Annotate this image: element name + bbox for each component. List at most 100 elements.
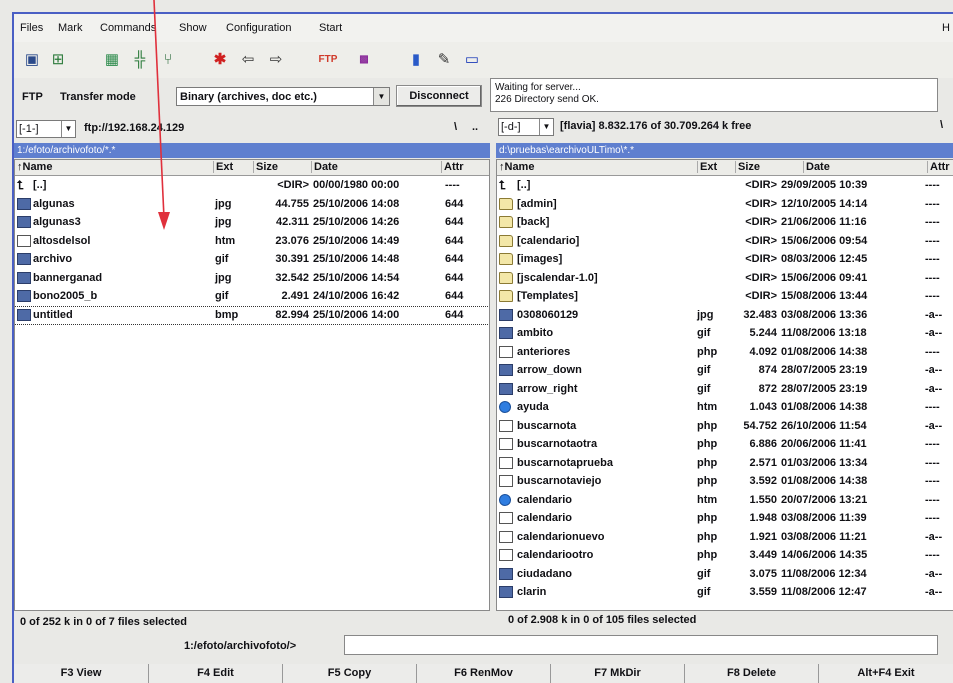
file-row[interactable]: [back] <DIR> 21/06/2006 11:16 ----	[497, 214, 953, 231]
file-row[interactable]: buscarnota php 54.752 26/10/2006 11:54 -a--	[497, 418, 953, 435]
file-row[interactable]: ciudadano gif 3.075 11/08/2006 12:34 -a--	[497, 566, 953, 583]
file-ext: jpg	[215, 271, 232, 284]
disconnect-button[interactable]: Disconnect	[396, 85, 482, 107]
arrow-right-icon[interactable]: ⇨	[266, 50, 286, 70]
book-icon[interactable]: ▮	[406, 50, 426, 70]
file-row[interactable]: buscarnotaviejo php 3.592 01/08/2006 14:38 -…	[497, 473, 953, 490]
f6-renmov-button[interactable]: F6 RenMov	[416, 664, 550, 683]
file-size: 23.076	[275, 234, 309, 247]
column-date[interactable]: Date	[311, 161, 338, 173]
file-row[interactable]: algunas jpg 44.755 25/10/2006 14:08 644	[15, 196, 489, 213]
file-row[interactable]: ayuda htm 1.043 01/08/2006 14:38 ----	[497, 399, 953, 416]
file-row[interactable]: arrow_down gif 874 28/07/2005 23:19 -a--	[497, 362, 953, 379]
menu-mark[interactable]: Mark	[58, 22, 82, 34]
column-name[interactable]: ↑Name	[497, 161, 534, 173]
column-attr[interactable]: Attr	[927, 161, 950, 173]
window-icon[interactable]: ▭	[462, 50, 482, 70]
menu-show[interactable]: Show	[179, 22, 207, 34]
file-size: <DIR>	[745, 179, 777, 191]
file-size: 1.043	[749, 401, 777, 413]
file-row[interactable]: [calendario] <DIR> 15/06/2006 09:54 ----	[497, 233, 953, 250]
ftp-disconnect-icon[interactable]: ▩	[354, 50, 374, 70]
file-ext: gif	[697, 327, 711, 339]
chevron-down-icon[interactable]: ▼	[61, 121, 75, 137]
save-icon[interactable]: ▣	[22, 50, 42, 70]
arrow-left-icon[interactable]: ⇦	[238, 50, 258, 70]
file-name: [back]	[517, 216, 550, 228]
file-attr: -a--	[925, 327, 943, 339]
file-attr: ----	[445, 179, 460, 191]
file-size: 1.550	[749, 493, 777, 506]
ftp-label: FTP	[22, 91, 43, 103]
tree-icon[interactable]: ⊞	[48, 50, 68, 70]
document-icon	[499, 438, 513, 450]
column-ext[interactable]: Ext	[697, 161, 717, 173]
file-row[interactable]: calendarionuevo php 1.921 03/08/2006 11:21 -…	[497, 529, 953, 546]
left-root-button[interactable]: \	[454, 121, 457, 133]
file-row[interactable]: buscarnotaotra php 6.886 20/06/2006 11:41 --…	[497, 436, 953, 453]
file-date: 03/08/2006 11:21	[781, 530, 867, 543]
folder-icon	[499, 271, 513, 284]
right-root-button[interactable]: \	[940, 119, 943, 131]
file-row[interactable]: calendario php 1.948 03/08/2006 11:39 ----	[497, 510, 953, 527]
file-row[interactable]: [admin] <DIR> 12/10/2005 14:14 ----	[497, 196, 953, 213]
file-row[interactable]: anteriores php 4.092 01/08/2006 14:38 ----	[497, 344, 953, 361]
file-row[interactable]: buscarnotaprueba php 2.571 01/03/2006 13:34…	[497, 455, 953, 472]
f5-copy-button[interactable]: F5 Copy	[282, 664, 416, 683]
file-row[interactable]: altosdelsol htm 23.076 25/10/2006 14:49 644	[15, 233, 489, 250]
file-row[interactable]: bono2005_b gif 2.491 24/10/2006 16:42 644	[15, 288, 489, 305]
right-drive-select[interactable]: [-d-] ▼	[498, 118, 554, 136]
file-row[interactable]: [Templates] <DIR> 15/08/2006 13:44 ----	[497, 288, 953, 305]
menu-configuration[interactable]: Configuration	[226, 22, 291, 34]
file-row[interactable]: calendariootro php 3.449 14/06/2006 14:35 --…	[497, 547, 953, 564]
file-name: [images]	[517, 253, 563, 265]
grid-icon[interactable]: ▦	[102, 50, 122, 70]
f3-view-button[interactable]: F3 View	[14, 664, 148, 683]
file-row[interactable]: ⮤ [..] <DIR> 29/09/2005 10:39 ----	[497, 177, 953, 194]
transfer-mode-select[interactable]: Binary (archives, doc etc.) ▼	[176, 87, 390, 106]
file-ext: php	[697, 456, 718, 469]
file-row[interactable]: arrow_right gif 872 28/07/2005 23:19 -a--	[497, 381, 953, 398]
file-row[interactable]: ambito gif 5.244 11/08/2006 13:18 -a--	[497, 325, 953, 342]
column-date[interactable]: Date	[803, 161, 830, 173]
file-date: 25/10/2006 14:49	[313, 234, 400, 247]
ftp-connect-icon[interactable]: FTP	[318, 50, 338, 70]
file-row[interactable]: calendario htm 1.550 20/07/2006 13:21 ----	[497, 492, 953, 509]
file-row[interactable]: 0308060129 jpg 32.483 03/08/2006 13:36 -a--	[497, 307, 953, 324]
document-icon	[499, 549, 513, 561]
file-row[interactable]: bannerganad jpg 32.542 25/10/2006 14:54 644	[15, 270, 489, 287]
chevron-down-icon[interactable]: ▼	[373, 88, 389, 105]
menu-start[interactable]: Start	[319, 22, 342, 34]
left-up-button[interactable]: ..	[472, 121, 478, 133]
file-row[interactable]: ⮤ [..] <DIR> 00/00/1980 00:00 ----	[15, 177, 489, 194]
menu-files[interactable]: Files	[20, 22, 43, 34]
file-row[interactable]: archivo gif 30.391 25/10/2006 14:48 644	[15, 251, 489, 268]
file-row[interactable]: [images] <DIR> 08/03/2006 12:45 ----	[497, 251, 953, 268]
column-ext[interactable]: Ext	[213, 161, 233, 173]
f7-mkdir-button[interactable]: F7 MkDir	[550, 664, 684, 683]
left-drive-select[interactable]: [-1-] ▼	[16, 120, 76, 138]
menu-help[interactable]: H	[942, 22, 950, 34]
column-attr[interactable]: Attr	[441, 161, 464, 173]
file-row[interactable]: [jscalendar-1.0] <DIR> 15/06/2006 09:41 ---…	[497, 270, 953, 287]
edit-icon[interactable]: ✎	[434, 50, 454, 70]
file-ext: htm	[697, 493, 718, 506]
file-row[interactable]: untitled bmp 82.994 25/10/2006 14:00 644	[15, 305, 489, 325]
file-attr: ----	[925, 253, 940, 265]
file-size: 4.092	[749, 345, 777, 358]
column-size[interactable]: Size	[253, 161, 278, 173]
file-row[interactable]: clarin gif 3.559 11/08/2006 12:47 -a--	[497, 584, 953, 601]
file-row[interactable]: algunas3 jpg 42.311 25/10/2006 14:26 644	[15, 214, 489, 231]
chevron-down-icon[interactable]: ▼	[539, 119, 553, 135]
asterisk-icon[interactable]: ✱	[210, 50, 230, 70]
f8-delete-button[interactable]: F8 Delete	[684, 664, 818, 683]
column-name[interactable]: ↑Name	[15, 161, 52, 173]
right-file-panel: ↑Name Ext Size Date Attr ⮤ [..] <DIR> 29/09…	[496, 159, 953, 611]
f4-edit-button[interactable]: F4 Edit	[148, 664, 282, 683]
file-ext: jpg	[215, 216, 232, 228]
command-input[interactable]	[344, 635, 938, 655]
column-size[interactable]: Size	[735, 161, 760, 173]
alt-f4-exit-button[interactable]: Alt+F4 Exit	[818, 664, 953, 683]
file-name: anteriores	[517, 345, 571, 358]
file-attr: -a--	[925, 382, 943, 395]
